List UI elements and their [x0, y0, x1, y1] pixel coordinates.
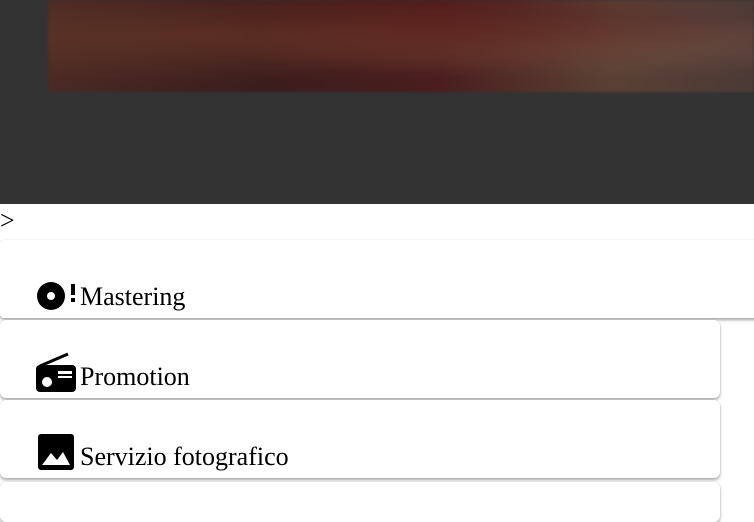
hero-banner	[0, 0, 754, 204]
service-card-photo-service[interactable]: Servizio fotografico	[0, 400, 720, 478]
disc-alert-icon	[36, 272, 76, 312]
stray-text: >	[0, 206, 15, 235]
radio-icon	[36, 352, 76, 392]
service-label: Mastering	[80, 282, 186, 311]
service-card-mastering[interactable]: Mastering	[0, 240, 754, 318]
hero-image	[48, 0, 754, 92]
service-card-partial[interactable]	[0, 482, 720, 522]
service-label: Servizio fotografico	[80, 442, 289, 471]
image-icon	[36, 432, 76, 472]
service-card-promotion[interactable]: Promotion	[0, 320, 720, 398]
service-label: Promotion	[80, 362, 190, 391]
